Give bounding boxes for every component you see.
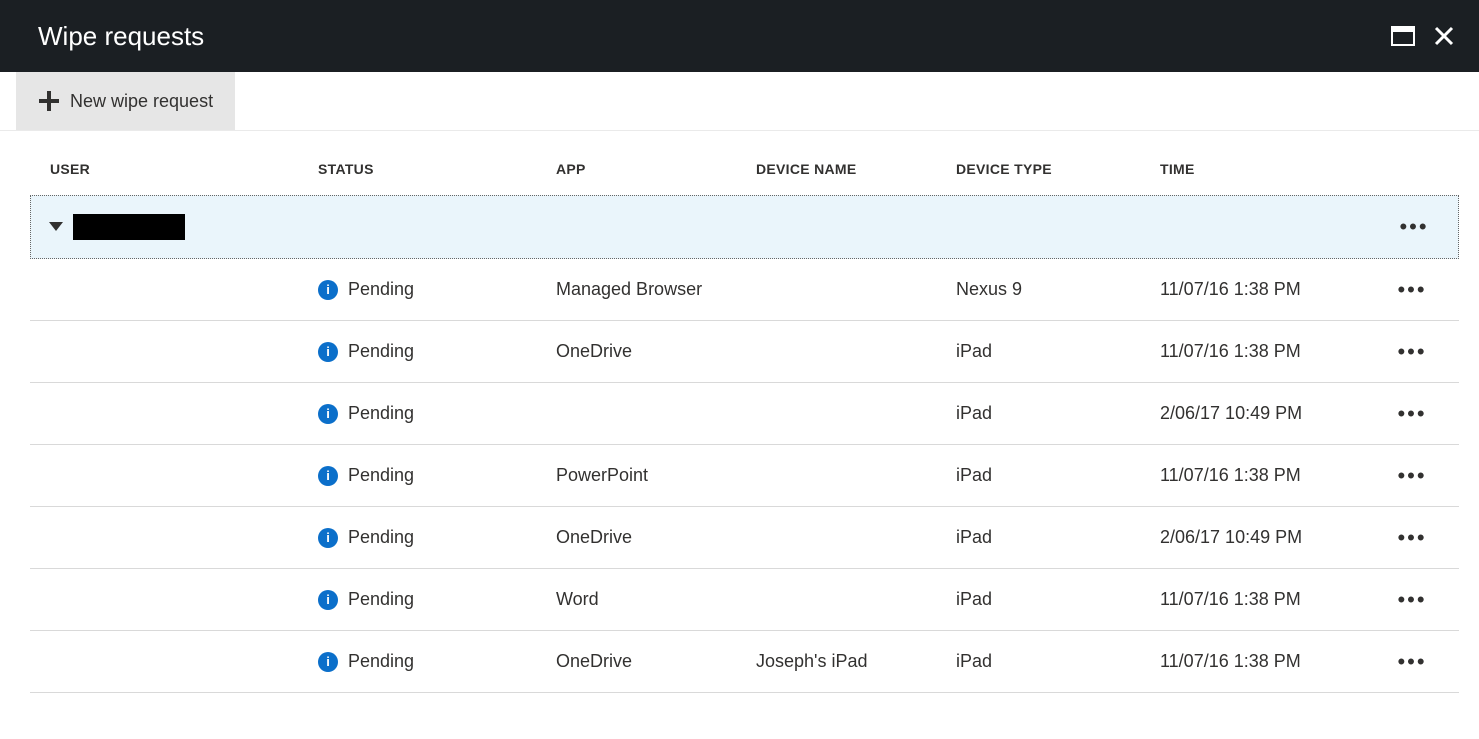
table-row[interactable]: i Pending OneDrive iPad2/06/17 10:49 PM••• — [30, 507, 1459, 569]
cell-time: 2/06/17 10:49 PM — [1160, 403, 1382, 424]
cell-device-type: iPad — [956, 527, 1160, 548]
cell-device-type: iPad — [956, 651, 1160, 672]
cell-status: i Pending — [318, 589, 556, 610]
cell-status: i Pending — [318, 403, 556, 424]
toolbar: New wipe request — [0, 72, 1479, 131]
plus-icon — [38, 90, 60, 112]
restore-window-icon[interactable] — [1391, 26, 1415, 46]
table-row[interactable]: i Pending Word iPad11/07/16 1:38 PM••• — [30, 569, 1459, 631]
content-area: USER STATUS APP DEVICE NAME DEVICE TYPE … — [0, 131, 1479, 693]
table-header-row: USER STATUS APP DEVICE NAME DEVICE TYPE … — [30, 161, 1459, 195]
status-text: Pending — [348, 279, 414, 300]
new-wipe-request-button[interactable]: New wipe request — [16, 72, 235, 130]
status-text: Pending — [348, 403, 414, 424]
row-context-menu-button[interactable]: ••• — [1382, 527, 1442, 549]
cell-status: i Pending — [318, 527, 556, 548]
cell-app: PowerPoint — [556, 465, 756, 486]
info-icon: i — [318, 652, 338, 672]
info-icon: i — [318, 280, 338, 300]
row-context-menu-button[interactable]: ••• — [1382, 341, 1442, 363]
wipe-requests-table: USER STATUS APP DEVICE NAME DEVICE TYPE … — [30, 161, 1459, 693]
cell-status: i Pending — [318, 341, 556, 362]
row-context-menu-button[interactable]: ••• — [1382, 279, 1442, 301]
close-icon[interactable] — [1433, 25, 1455, 47]
cell-time: 11/07/16 1:38 PM — [1160, 341, 1382, 362]
cell-time: 11/07/16 1:38 PM — [1160, 589, 1382, 610]
col-header-device-name[interactable]: DEVICE NAME — [756, 161, 956, 177]
col-header-actions — [1382, 161, 1442, 177]
cell-device-type: Nexus 9 — [956, 279, 1160, 300]
cell-device-type: iPad — [956, 341, 1160, 362]
cell-device-type: iPad — [956, 465, 1160, 486]
cell-device-name: Joseph's iPad — [756, 651, 956, 672]
info-icon: i — [318, 342, 338, 362]
cell-status: i Pending — [318, 651, 556, 672]
info-icon: i — [318, 590, 338, 610]
group-user-redacted — [73, 214, 185, 240]
page-title: Wipe requests — [38, 21, 204, 52]
group-row[interactable]: ••• — [30, 195, 1459, 259]
cell-time: 11/07/16 1:38 PM — [1160, 651, 1382, 672]
row-context-menu-button[interactable]: ••• — [1382, 465, 1442, 487]
cell-app: OneDrive — [556, 527, 756, 548]
col-header-time[interactable]: TIME — [1160, 161, 1382, 177]
window-controls — [1391, 25, 1455, 47]
table-row[interactable]: i Pending Managed Browser Nexus 911/07/16 1… — [30, 259, 1459, 321]
status-text: Pending — [348, 341, 414, 362]
cell-status: i Pending — [318, 279, 556, 300]
col-header-status[interactable]: STATUS — [318, 161, 556, 177]
row-context-menu-button[interactable]: ••• — [1382, 589, 1442, 611]
cell-device-type: iPad — [956, 403, 1160, 424]
info-icon: i — [318, 528, 338, 548]
cell-app: OneDrive — [556, 651, 756, 672]
cell-time: 11/07/16 1:38 PM — [1160, 279, 1382, 300]
status-text: Pending — [348, 527, 414, 548]
cell-device-type: iPad — [956, 589, 1160, 610]
chevron-down-icon[interactable] — [49, 222, 63, 232]
col-header-user[interactable]: USER — [50, 161, 318, 177]
new-wipe-request-label: New wipe request — [70, 91, 213, 112]
col-header-device-type[interactable]: DEVICE TYPE — [956, 161, 1160, 177]
cell-app: Managed Browser — [556, 279, 756, 300]
table-row[interactable]: i Pending PowerPoint iPad11/07/16 1:38 PM••… — [30, 445, 1459, 507]
cell-app: OneDrive — [556, 341, 756, 362]
col-header-app[interactable]: APP — [556, 161, 756, 177]
info-icon: i — [318, 404, 338, 424]
cell-time: 2/06/17 10:49 PM — [1160, 527, 1382, 548]
row-context-menu-button[interactable]: ••• — [1382, 403, 1442, 425]
group-context-menu-button[interactable]: ••• — [1398, 216, 1458, 238]
status-text: Pending — [348, 465, 414, 486]
header-bar: Wipe requests — [0, 0, 1479, 72]
table-row[interactable]: i Pending OneDriveJoseph's iPadiPad11/07/1… — [30, 631, 1459, 693]
table-row[interactable]: i Pending OneDrive iPad11/07/16 1:38 PM••• — [30, 321, 1459, 383]
status-text: Pending — [348, 651, 414, 672]
cell-status: i Pending — [318, 465, 556, 486]
row-context-menu-button[interactable]: ••• — [1382, 651, 1442, 673]
cell-time: 11/07/16 1:38 PM — [1160, 465, 1382, 486]
info-icon: i — [318, 466, 338, 486]
cell-app: Word — [556, 589, 756, 610]
status-text: Pending — [348, 589, 414, 610]
table-row[interactable]: i Pending iPad2/06/17 10:49 PM••• — [30, 383, 1459, 445]
